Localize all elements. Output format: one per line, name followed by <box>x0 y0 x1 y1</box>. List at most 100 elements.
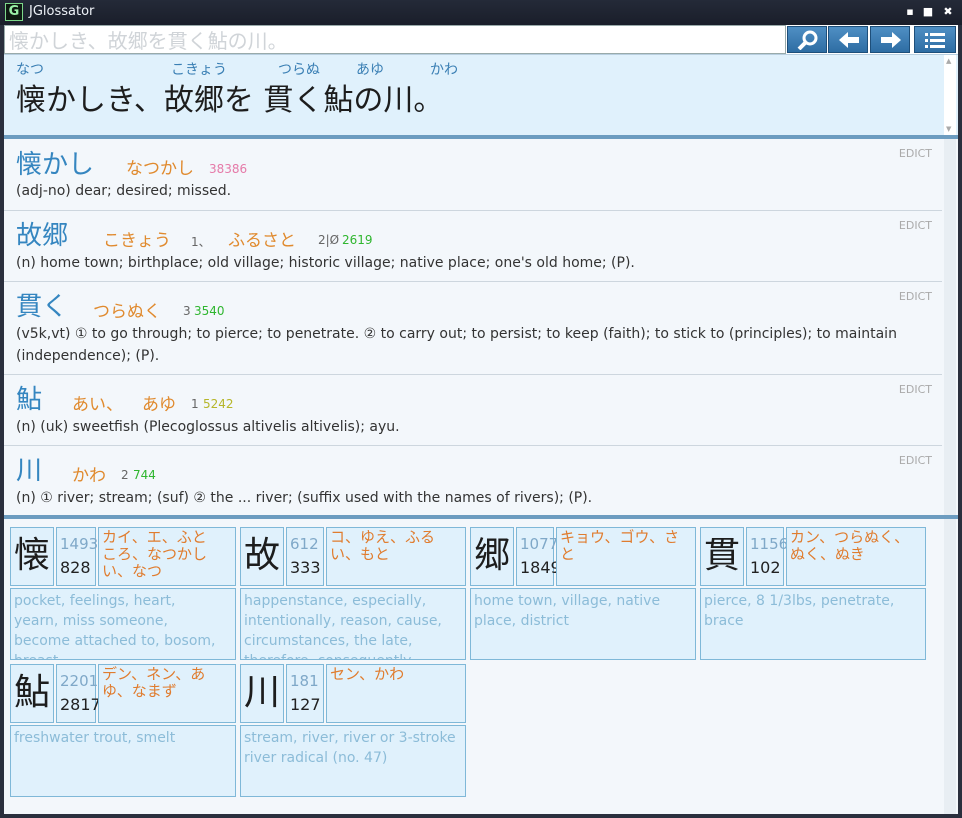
entry-gloss: (n) ① river; stream; (suf) ② the ... riv… <box>16 490 593 506</box>
entry-keyword: 貫く <box>16 292 69 322</box>
kanji-char[interactable]: 川 <box>240 664 284 723</box>
kanji-char[interactable]: 故 <box>240 527 284 586</box>
kanji-meaning-text: happenstance, especially, intentionally,… <box>244 593 442 659</box>
forward-button[interactable] <box>870 26 910 53</box>
kanji-meaning-text: freshwater trout, smelt <box>14 730 176 746</box>
kanji-meaning-text: stream, river, river or 3-stroke river r… <box>244 730 456 766</box>
sentence-text: 懐かしき、故郷を 貫く鮎の川。 <box>16 83 444 118</box>
search-button[interactable] <box>787 26 827 53</box>
entry-gloss: (n) home town; birthplace; old village; … <box>16 255 635 271</box>
entry-frequency: 38386 <box>209 162 248 176</box>
entry-reading: かわ <box>72 466 106 486</box>
entry-source: EDICT <box>898 219 932 232</box>
entry-frequency: 3540 <box>194 304 225 318</box>
dict-entry[interactable]: 鮎 あい、 あゆ 1 5242 EDICT (n) (uk) sweetfish… <box>4 375 942 446</box>
dict-entry[interactable]: 故郷 こきょう 1、 ふるさと 2|Ø 2619 EDICT (n) home … <box>4 211 942 282</box>
entry-sense-number: 1、 <box>191 235 211 249</box>
kanji-readings: デン、ネン、あゆ、なまず <box>98 664 236 723</box>
entry-extra: 2 <box>121 468 129 482</box>
kanji-numbers: 1156 102 <box>746 527 788 586</box>
kanji-meaning: pierce, 8 1/3lbs, penetrate, brace <box>700 588 926 660</box>
entry-frequency: 5242 <box>203 397 234 411</box>
close-button[interactable]: ✖ <box>941 5 955 19</box>
entry-keyword: 懐かし <box>16 150 95 180</box>
kanji-numbers: 1493 828 <box>56 527 99 586</box>
entry-extra: 3 <box>183 304 191 318</box>
dict-entry[interactable]: 懐かし なつかし 38386 EDICT (adj-no) dear; desi… <box>4 139 942 211</box>
sentence-input[interactable] <box>4 25 786 54</box>
scroll-down-icon: ▼ <box>946 125 952 133</box>
entry-frequency: 744 <box>133 468 156 482</box>
kanji-number-1: 2201 <box>60 672 99 690</box>
kanji-meaning: home town, village, native place, distri… <box>470 588 696 660</box>
kanji-readings: カン、つらぬく、ぬく、ぬき <box>786 527 926 586</box>
arrow-right-icon <box>881 32 901 48</box>
entry-gloss: (n) (uk) sweetfish (Plecoglossus altivel… <box>16 419 400 435</box>
kanji-readings: キョウ、ゴウ、さと <box>556 527 696 586</box>
kanji-numbers: 181 127 <box>286 664 324 723</box>
entry-frequency: 2619 <box>342 233 373 247</box>
kanji-panel: 懐 1493 828 カイ、エ、ふところ、なつかしい、なつ pocket, fee… <box>4 519 958 814</box>
kanji-readings: コ、ゆえ、ふるい、もと <box>326 527 466 586</box>
entry-source: EDICT <box>898 383 932 396</box>
kanji-meaning-text: home town, village, native place, distri… <box>474 593 661 629</box>
kanji-char[interactable]: 懐 <box>10 527 54 586</box>
entry-source: EDICT <box>898 454 932 467</box>
kanji-meaning-text: pocket, feelings, heart, yearn, miss som… <box>14 593 216 659</box>
kanji-number-2: 127 <box>290 695 321 714</box>
app-icon: G <box>5 3 23 21</box>
kanji-scrollbar[interactable] <box>944 519 956 814</box>
dict-entry[interactable]: 貫く つらぬく 3 3540 EDICT (v5k,vt) ① to go th… <box>4 282 942 375</box>
arrow-left-icon <box>839 32 859 48</box>
kanji-number-2: 828 <box>60 558 91 577</box>
kanji-meaning: pocket, feelings, heart, yearn, miss som… <box>10 588 236 660</box>
entry-reading: つらぬく <box>93 302 161 322</box>
entry-extra: 2|Ø <box>318 233 340 247</box>
kanji-char[interactable]: 郷 <box>470 527 514 586</box>
kanji-numbers: 612 333 <box>286 527 324 586</box>
back-button[interactable] <box>828 26 868 53</box>
kanji-meaning-text: pierce, 8 1/3lbs, penetrate, brace <box>704 593 895 629</box>
menu-button[interactable] <box>914 26 956 53</box>
entry-reading: なつかし <box>126 159 194 179</box>
list-icon <box>925 33 945 48</box>
minimize-button[interactable]: ▪ <box>903 5 917 19</box>
dictionary-panel: 懐かし なつかし 38386 EDICT (adj-no) dear; desi… <box>4 139 958 515</box>
entry-keyword: 鮎 <box>16 385 43 415</box>
maximize-button[interactable]: ■ <box>921 5 935 19</box>
dict-entry[interactable]: 川 かわ 2 744 EDICT (n) ① river; stream; (s… <box>4 446 942 515</box>
kanji-number-1: 612 <box>290 535 319 553</box>
entry-keyword: 故郷 <box>16 221 69 251</box>
entry-source: EDICT <box>898 147 932 160</box>
entry-reading: あい、 <box>72 395 123 415</box>
kanji-meaning: happenstance, especially, intentionally,… <box>240 588 466 660</box>
window-title: JGlossator <box>29 4 95 19</box>
kanji-readings-text: キョウ、ゴウ、さと <box>560 528 680 563</box>
kanji-readings: カイ、エ、ふところ、なつかしい、なつ <box>98 527 236 586</box>
kanji-char[interactable]: 鮎 <box>10 664 54 723</box>
entry-source: EDICT <box>898 290 932 303</box>
kanji-char[interactable]: 貫 <box>700 527 744 586</box>
scroll-up-icon: ▲ <box>946 57 952 65</box>
entry-keyword: 川 <box>16 456 43 486</box>
entry-extra: 1 <box>191 397 199 411</box>
kanji-readings: セン、かわ <box>326 664 466 723</box>
kanji-number-1: 1493 <box>60 535 99 553</box>
kanji-meaning: stream, river, river or 3-stroke river r… <box>240 725 466 797</box>
kanji-number-1: 1077 <box>520 535 559 553</box>
kanji-number-2: 2817 <box>60 695 101 714</box>
entry-reading-alt: ふるさと <box>228 231 296 251</box>
kanji-readings-text: カン、つらぬく、ぬく、ぬき <box>790 528 910 563</box>
entry-gloss: (v5k,vt) ① to go through; to pierce; to … <box>16 326 897 364</box>
entry-gloss: (adj-no) dear; desired; missed. <box>16 183 232 199</box>
kanji-readings-text: デン、ネン、あゆ、なまず <box>102 665 206 700</box>
furigana-panel: なつ こきょう つらぬ あゆ かわ 懐かしき、故郷を 貫く鮎の川。 ▲ ▼ <box>4 54 958 135</box>
kanji-readings-text: カイ、エ、ふところ、なつかしい、なつ <box>102 528 208 580</box>
entry-reading-alt: あゆ <box>142 395 176 415</box>
kanji-number-2: 1849 <box>520 558 561 577</box>
title-bar: G JGlossator ▪ ■ ✖ <box>0 0 962 25</box>
furigana-scrollbar[interactable]: ▲ ▼ <box>944 55 956 135</box>
dictionary-scrollbar[interactable] <box>944 139 956 515</box>
kanji-number-2: 333 <box>290 558 321 577</box>
kanji-numbers: 1077 1849 <box>516 527 561 586</box>
